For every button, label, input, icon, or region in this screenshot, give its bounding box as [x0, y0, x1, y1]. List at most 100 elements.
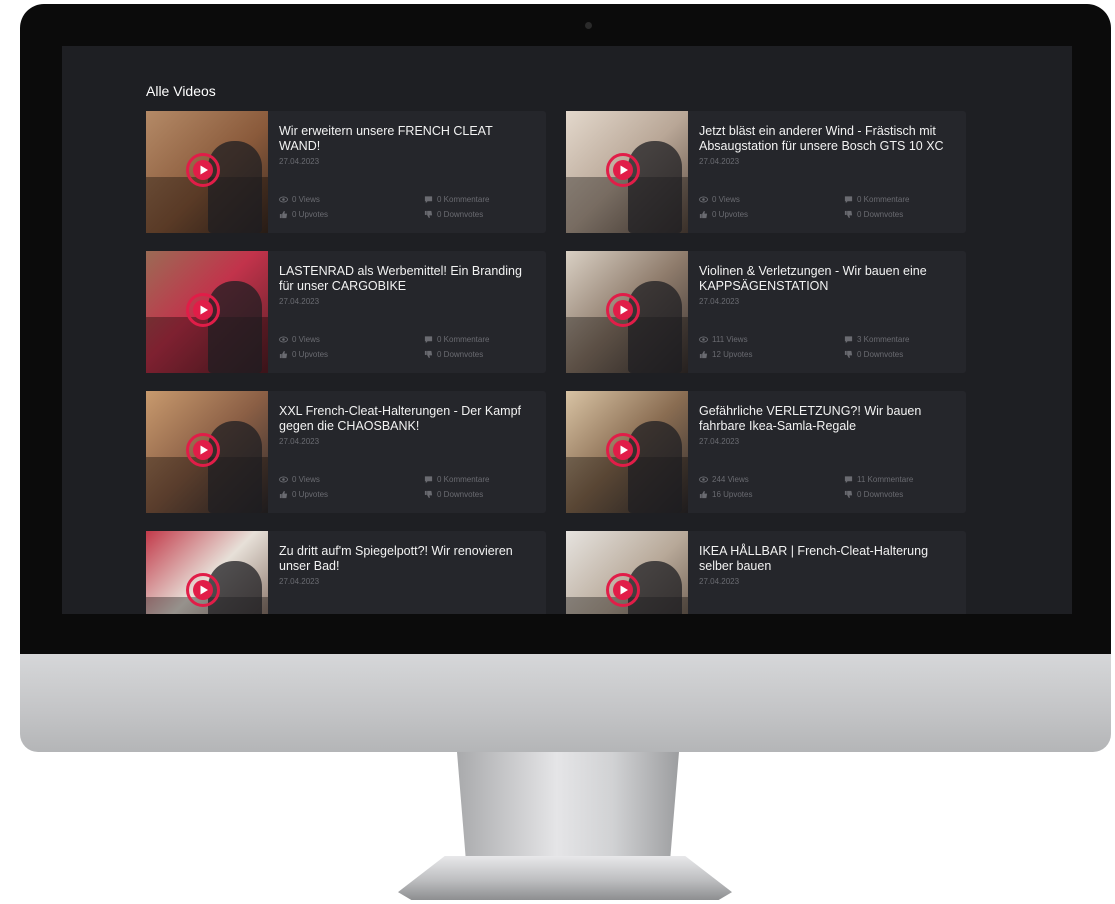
- comment-icon: [424, 196, 433, 204]
- comments-label: 3 Kommentare: [857, 335, 910, 344]
- downvotes-count[interactable]: 0 Downvotes: [424, 490, 483, 499]
- play-icon: [613, 440, 633, 460]
- video-date: 27.04.2023: [279, 297, 320, 306]
- views-count: 0 Views: [279, 475, 320, 484]
- video-title[interactable]: Zu dritt auf'm Spiegelpott?! Wir renovie…: [279, 544, 537, 574]
- play-icon: [193, 440, 213, 460]
- video-title[interactable]: Jetzt bläst ein anderer Wind - Frästisch…: [699, 124, 957, 154]
- downvotes-label: 0 Downvotes: [857, 490, 904, 499]
- play-icon: [613, 300, 633, 320]
- play-icon: [613, 160, 633, 180]
- comments-label: 0 Kommentare: [857, 195, 910, 204]
- video-date: 27.04.2023: [279, 157, 320, 166]
- video-card[interactable]: Gefährliche VERLETZUNG?! Wir bauen fahrb…: [566, 391, 966, 513]
- video-title[interactable]: Gefährliche VERLETZUNG?! Wir bauen fahrb…: [699, 404, 957, 434]
- upvotes-count[interactable]: 0 Upvotes: [699, 210, 748, 219]
- screen: Alle Videos Wir erweitern unsere FRENCH …: [62, 46, 1072, 614]
- video-title[interactable]: IKEA HÅLLBAR | French-Cleat-Halterung se…: [699, 544, 957, 574]
- upvotes-label: 12 Upvotes: [712, 350, 753, 359]
- comments-label: 11 Kommentare: [857, 475, 914, 484]
- video-thumbnail[interactable]: [146, 391, 268, 513]
- video-date: 27.04.2023: [279, 437, 320, 446]
- comment-icon: [424, 336, 433, 344]
- video-card[interactable]: Wir erweitern unsere FRENCH CLEAT WAND! …: [146, 111, 546, 233]
- video-date: 27.04.2023: [699, 437, 740, 446]
- video-thumbnail[interactable]: [146, 531, 268, 614]
- video-title[interactable]: Wir erweitern unsere FRENCH CLEAT WAND!: [279, 124, 537, 154]
- comments-count: 0 Kommentare: [844, 195, 909, 204]
- comments-count: 3 Kommentare: [844, 335, 909, 344]
- downvotes-count[interactable]: 0 Downvotes: [844, 350, 903, 359]
- comments-count: 0 Kommentare: [424, 335, 489, 344]
- video-title[interactable]: LASTENRAD als Werbemittel! Ein Branding …: [279, 264, 537, 294]
- video-date: 27.04.2023: [699, 297, 740, 306]
- monitor-base: [398, 856, 732, 900]
- thumbs-down-icon: [844, 210, 853, 219]
- views-count: 0 Views: [279, 335, 320, 344]
- video-card[interactable]: Violinen & Verletzungen - Wir bauen eine…: [566, 251, 966, 373]
- thumbs-down-icon: [424, 490, 433, 499]
- thumbs-up-icon: [279, 350, 288, 359]
- thumbs-down-icon: [424, 210, 433, 219]
- upvotes-count[interactable]: 0 Upvotes: [279, 490, 328, 499]
- video-card[interactable]: XXL French-Cleat-Halterungen - Der Kampf…: [146, 391, 546, 513]
- video-card[interactable]: Zu dritt auf'm Spiegelpott?! Wir renovie…: [146, 531, 546, 614]
- upvotes-label: 0 Upvotes: [292, 490, 329, 499]
- upvotes-count[interactable]: 16 Upvotes: [699, 490, 752, 499]
- video-date: 27.04.2023: [699, 577, 740, 586]
- upvotes-count[interactable]: 0 Upvotes: [279, 210, 328, 219]
- thumbs-down-icon: [424, 350, 433, 359]
- video-title[interactable]: XXL French-Cleat-Halterungen - Der Kampf…: [279, 404, 537, 434]
- downvotes-count[interactable]: 0 Downvotes: [844, 210, 903, 219]
- views-count: 0 Views: [699, 195, 740, 204]
- downvotes-label: 0 Downvotes: [437, 490, 484, 499]
- video-thumbnail[interactable]: [146, 251, 268, 373]
- video-thumbnail[interactable]: [566, 531, 688, 614]
- views-count: 111 Views: [699, 335, 748, 344]
- upvotes-label: 0 Upvotes: [292, 210, 329, 219]
- webcam-icon: [585, 22, 592, 29]
- video-thumbnail[interactable]: [566, 391, 688, 513]
- video-date: 27.04.2023: [699, 157, 740, 166]
- upvotes-count[interactable]: 0 Upvotes: [279, 350, 328, 359]
- play-icon: [193, 300, 213, 320]
- thumbs-up-icon: [279, 210, 288, 219]
- downvotes-count[interactable]: 0 Downvotes: [424, 210, 483, 219]
- video-thumbnail[interactable]: [566, 251, 688, 373]
- section-title: Alle Videos: [146, 83, 216, 99]
- monitor-stand: [457, 752, 679, 860]
- comment-icon: [844, 476, 853, 484]
- downvotes-label: 0 Downvotes: [857, 210, 904, 219]
- comment-icon: [844, 336, 853, 344]
- eye-icon: [699, 476, 708, 483]
- video-card[interactable]: IKEA HÅLLBAR | French-Cleat-Halterung se…: [566, 531, 966, 614]
- upvotes-label: 0 Upvotes: [292, 350, 329, 359]
- downvotes-count[interactable]: 0 Downvotes: [844, 490, 903, 499]
- downvotes-count[interactable]: 0 Downvotes: [424, 350, 483, 359]
- eye-icon: [279, 196, 288, 203]
- upvotes-count[interactable]: 12 Upvotes: [699, 350, 752, 359]
- views-count: 0 Views: [279, 195, 320, 204]
- upvotes-label: 0 Upvotes: [712, 210, 749, 219]
- comments-count: 11 Kommentare: [844, 475, 913, 484]
- views-label: 0 Views: [292, 195, 320, 204]
- comments-label: 0 Kommentare: [437, 195, 490, 204]
- comments-count: 0 Kommentare: [424, 475, 489, 484]
- video-card[interactable]: LASTENRAD als Werbemittel! Ein Branding …: [146, 251, 546, 373]
- play-icon: [613, 580, 633, 600]
- video-title[interactable]: Violinen & Verletzungen - Wir bauen eine…: [699, 264, 957, 294]
- video-thumbnail[interactable]: [146, 111, 268, 233]
- video-card[interactable]: Jetzt bläst ein anderer Wind - Frästisch…: [566, 111, 966, 233]
- thumbs-down-icon: [844, 350, 853, 359]
- thumbs-up-icon: [699, 210, 708, 219]
- comments-label: 0 Kommentare: [437, 335, 490, 344]
- downvotes-label: 0 Downvotes: [857, 350, 904, 359]
- thumbs-down-icon: [844, 490, 853, 499]
- downvotes-label: 0 Downvotes: [437, 210, 484, 219]
- play-icon: [193, 160, 213, 180]
- views-label: 0 Views: [292, 335, 320, 344]
- thumbs-up-icon: [699, 490, 708, 499]
- thumbs-up-icon: [279, 490, 288, 499]
- views-count: 244 Views: [699, 475, 749, 484]
- video-thumbnail[interactable]: [566, 111, 688, 233]
